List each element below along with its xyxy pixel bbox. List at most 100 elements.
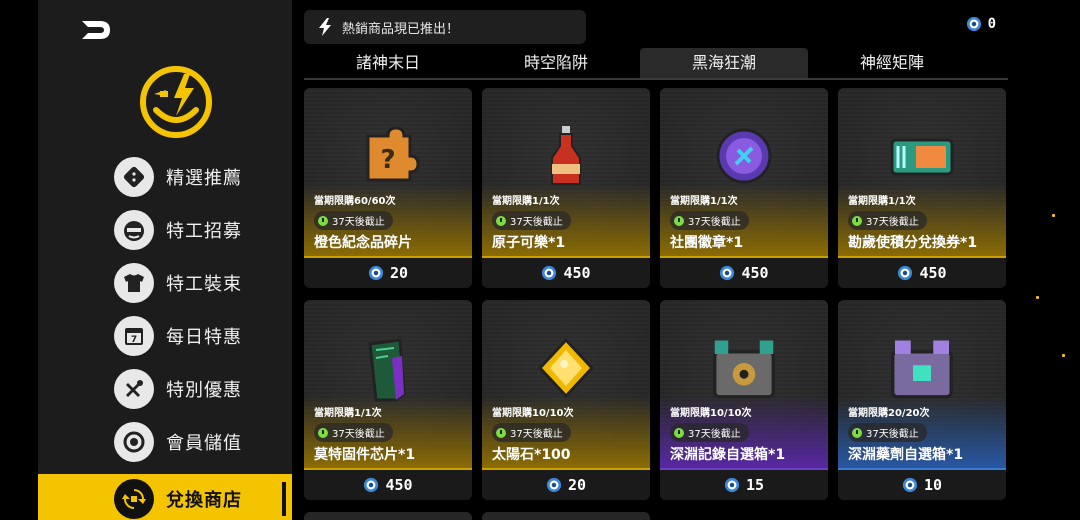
sidebar-item-label: 會員儲值	[166, 432, 242, 454]
clock-icon	[674, 427, 684, 438]
deadline-text: 37天後截止	[332, 217, 385, 228]
purchase-limit: 當期限購1/1次	[314, 408, 382, 419]
sun-stone-icon	[537, 337, 595, 399]
sidebar-nav: 精選推薦 特工招募 特工裝束 7 每日特惠 特別優惠 會員儲值 兌換商店	[38, 150, 292, 520]
tab-ragnarok[interactable]: 諸神末日	[304, 48, 472, 78]
chip-icon	[368, 338, 406, 402]
price-button[interactable]: 10	[838, 468, 1006, 500]
sidebar: 精選推薦 特工招募 特工裝束 7 每日特惠 特別優惠 會員儲值 兌換商店	[38, 0, 292, 520]
product-card[interactable]: 當期限購1/1次 37天後截止 原子可樂*1 450	[482, 88, 650, 288]
product-card[interactable]: 當期限購20/20次 37天後截止 深淵藥劑自選箱*1 10	[838, 300, 1006, 500]
price-button[interactable]: 15	[660, 468, 828, 500]
clock-icon	[318, 215, 328, 226]
price-amount: 450	[385, 476, 413, 494]
product-card[interactable]: 當期限購10/10次 37天後截止 深淵記錄自選箱*1 15	[660, 300, 828, 500]
product-name: 莫特固件芯片*1	[314, 447, 416, 463]
tab-neural-matrix[interactable]: 神經矩陣	[808, 48, 976, 78]
sparkle-decoration	[1062, 354, 1065, 357]
deadline-text: 37天後截止	[866, 217, 919, 228]
svg-text:7: 7	[131, 335, 137, 345]
announcement-ticker[interactable]: 熱銷商品現已推出！	[304, 10, 586, 44]
supply-chest-icon	[891, 340, 953, 399]
tab-time-trap[interactable]: 時空陷阱	[472, 48, 640, 78]
product-name: 勘歲使積分兌換券*1	[848, 235, 978, 251]
tools-icon	[114, 368, 154, 409]
sidebar-item-label: 特別優惠	[166, 379, 242, 401]
ticket-icon	[890, 138, 954, 176]
price-amount: 15	[745, 476, 765, 494]
product-card[interactable]: 當期限購1/1次 37天後截止 莫特固件芯片*1 450	[304, 300, 472, 500]
price-amount: 450	[741, 264, 769, 282]
sidebar-item-exchange-shop[interactable]: 兌換商店	[38, 474, 292, 520]
product-card[interactable]: 當期限購1/1次 37天後截止 社團徽章*1 450	[660, 88, 828, 288]
token-icon	[720, 265, 735, 281]
token-icon	[364, 477, 379, 493]
sidebar-item-daily-deals[interactable]: 7 每日特惠	[38, 309, 292, 362]
purchase-limit: 當期限購1/1次	[492, 196, 560, 207]
back-arrow-icon[interactable]	[78, 15, 114, 41]
deadline-badge: 37天後截止	[670, 423, 749, 442]
clock-icon	[852, 215, 862, 226]
deadline-badge: 37天後截止	[492, 211, 571, 230]
price-button[interactable]: 20	[482, 468, 650, 500]
sidebar-item-outfits[interactable]: 特工裝束	[38, 256, 292, 309]
deadline-badge: 37天後截止	[670, 211, 749, 230]
price-button[interactable]: 20	[304, 256, 472, 288]
product-card[interactable]: ? 當期限購60/60次 37天後截止 橙色紀念品碎片 20	[304, 88, 472, 288]
shop-main: 熱銷商品現已推出！ 0 諸神末日 時空陷阱 黑海狂潮 神經矩陣 ? 當期限購60…	[292, 0, 1080, 520]
product-name: 深淵記錄自選箱*1	[670, 447, 786, 463]
purchase-limit: 當期限購10/10次	[492, 408, 574, 419]
purchase-limit: 當期限購1/1次	[670, 196, 738, 207]
active-indicator	[282, 482, 286, 516]
product-name: 橙色紀念品碎片	[314, 235, 412, 251]
exchange-icon	[114, 479, 154, 519]
sidebar-item-label: 兌換商店	[166, 490, 242, 511]
lightning-icon	[319, 18, 331, 36]
deadline-badge: 37天後截止	[848, 423, 927, 442]
sidebar-item-featured[interactable]: 精選推薦	[38, 150, 292, 203]
clock-icon	[674, 215, 684, 226]
sparkle-decoration	[1036, 296, 1039, 299]
clock-icon	[852, 427, 862, 438]
sparkle-decoration	[1052, 214, 1055, 217]
token-icon	[898, 265, 913, 281]
agent-face-icon	[114, 209, 154, 250]
price-amount: 20	[567, 476, 587, 494]
price-amount: 10	[923, 476, 943, 494]
calendar-icon: 7	[114, 315, 154, 356]
deadline-badge: 37天後截止	[314, 211, 393, 230]
product-card[interactable]: 當期限購1/1次 37天後截止 勘歲使積分兌換券*1 450	[838, 88, 1006, 288]
deadline-text: 37天後截止	[510, 429, 563, 440]
svg-text:?: ?	[380, 145, 395, 175]
dice-icon	[114, 156, 154, 197]
price-button[interactable]: 450	[660, 256, 828, 288]
price-button[interactable]: 450	[482, 256, 650, 288]
next-row-preview	[304, 512, 1010, 520]
deadline-badge: 37天後截止	[314, 423, 393, 442]
product-card-partial	[482, 512, 650, 520]
purchase-limit: 當期限購20/20次	[848, 408, 930, 419]
sidebar-item-label: 每日特惠	[166, 326, 242, 348]
sidebar-item-topup[interactable]: 會員儲值	[38, 415, 292, 468]
deadline-badge: 37天後截止	[492, 423, 571, 442]
price-button[interactable]: 450	[304, 468, 472, 500]
price-button[interactable]: 450	[838, 256, 1006, 288]
sidebar-item-special-offers[interactable]: 特別優惠	[38, 362, 292, 415]
tab-black-sea[interactable]: 黑海狂潮	[640, 48, 808, 78]
product-name: 社團徽章*1	[670, 235, 744, 251]
token-icon	[546, 477, 562, 493]
sidebar-item-recruit[interactable]: 特工招募	[38, 203, 292, 256]
price-amount: 450	[919, 264, 947, 282]
sidebar-item-label: 特工招募	[166, 220, 242, 242]
deadline-text: 37天後截止	[332, 429, 385, 440]
deadline-badge: 37天後截止	[848, 211, 927, 230]
token-icon	[368, 265, 384, 281]
deadline-text: 37天後截止	[510, 217, 563, 228]
coin-ring-icon	[114, 421, 154, 462]
product-card[interactable]: 當期限購10/10次 37天後截止 太陽石*100 20	[482, 300, 650, 500]
deadline-text: 37天後截止	[688, 217, 741, 228]
badge-icon	[716, 128, 772, 184]
purchase-limit: 當期限購10/10次	[670, 408, 752, 419]
clock-icon	[496, 427, 506, 438]
sidebar-item-label: 特工裝束	[166, 273, 242, 295]
